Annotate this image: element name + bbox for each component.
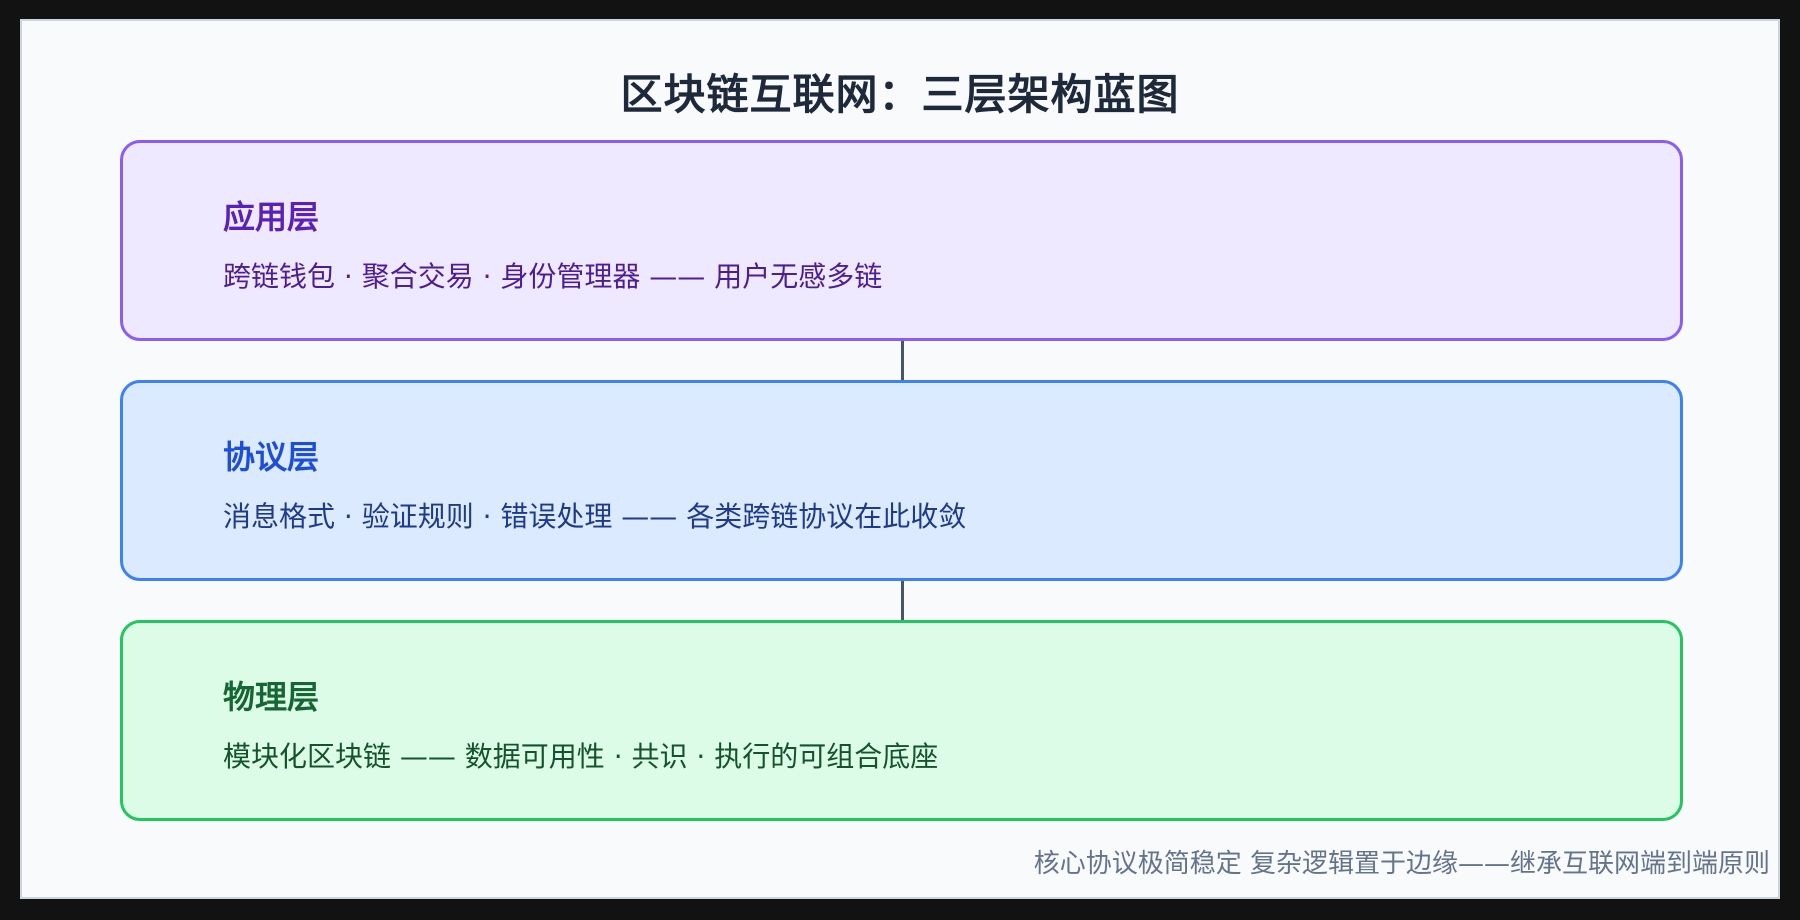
footer-note: 核心协议极简稳定 复杂逻辑置于边缘——继承互联网端到端原则	[1033, 849, 1770, 879]
protocol-layer-title: 协议层	[223, 438, 320, 476]
physical-layer-title: 物理层	[223, 678, 320, 716]
physical-layer-description: 模块化区块链 —— 数据可用性 · 共识 · 执行的可组合底座	[223, 740, 939, 773]
application-layer-description: 跨链钱包 · 聚合交易 · 身份管理器 —— 用户无感多链	[223, 260, 883, 293]
application-layer-box: 应用层 跨链钱包 · 聚合交易 · 身份管理器 —— 用户无感多链	[120, 140, 1683, 341]
protocol-layer-box: 协议层 消息格式 · 验证规则 · 错误处理 —— 各类跨链协议在此收敛	[120, 380, 1683, 581]
physical-layer-box: 物理层 模块化区块链 —— 数据可用性 · 共识 · 执行的可组合底座	[120, 620, 1683, 821]
application-layer-title: 应用层	[223, 198, 320, 236]
connector-app-protocol	[901, 341, 904, 380]
connector-protocol-physical	[901, 581, 904, 620]
diagram-title: 区块链互联网：三层架构蓝图	[620, 70, 1180, 119]
protocol-layer-description: 消息格式 · 验证规则 · 错误处理 —— 各类跨链协议在此收敛	[223, 500, 967, 533]
diagram-canvas: 区块链互联网：三层架构蓝图 应用层 跨链钱包 · 聚合交易 · 身份管理器 ——…	[20, 19, 1780, 899]
